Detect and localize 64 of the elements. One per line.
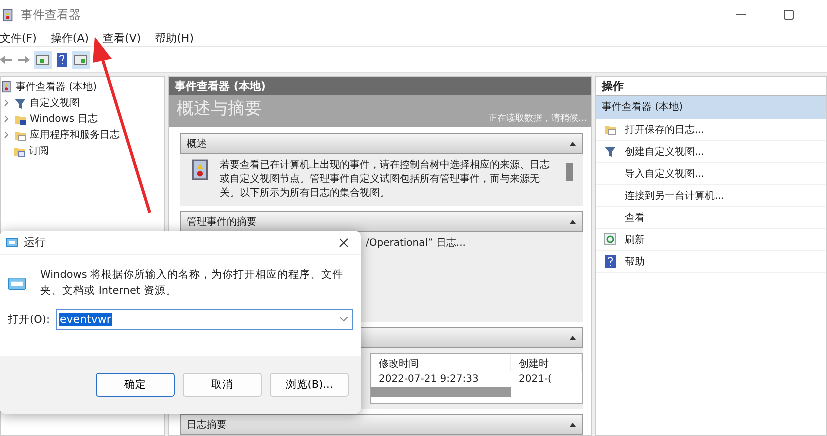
section-header[interactable]: 日志摘要 [180,414,583,435]
pane-header: 事件查看器 (本地) [169,77,591,96]
event-log-icon [1,81,13,93]
section-text: /Operational” 日志... [366,237,466,251]
maximize-icon[interactable] [783,9,795,21]
section-header[interactable]: 概述 [180,133,583,154]
collapse-icon[interactable] [570,220,576,224]
dropdown-icon[interactable] [340,317,348,322]
tree-item[interactable]: Windows 日志 [30,112,98,126]
action-item[interactable]: 刷新 [596,229,826,251]
expand-icon[interactable] [3,131,11,139]
action-item[interactable]: 连接到另一台计算机... [596,185,826,207]
folder-icon [604,123,617,136]
dialog-title: 运行 [24,235,47,250]
collapse-icon[interactable] [570,422,576,426]
expand-icon[interactable] [3,115,11,123]
action-item[interactable]: 导入自定义视图... [596,163,826,185]
expand-icon[interactable] [3,99,11,107]
column-header[interactable]: 修改时间 [371,354,511,371]
help-icon [604,255,617,268]
pane-title: 概述与摘要 [177,98,262,122]
table-cell-text: 2022-07-21 9:27:33 [378,373,480,385]
dialog-button[interactable]: 取消 [183,373,262,397]
action-item[interactable]: 帮助 [596,251,826,273]
section-text: 若要查看已在计算机上出现的事件，请在控制台树中选择相应的来源、日志或自定义视图节点。管理事件自定义试图包括所有管理事件，而与来源无关。以下所示为所有日志的集合视图。 [220,159,551,201]
close-icon[interactable] [339,238,349,248]
menu-item[interactable]: 文件(F) [0,30,37,46]
run-icon [6,238,18,247]
event-log-icon [2,8,15,22]
console-tree-icon[interactable] [34,50,52,68]
run-icon [8,275,26,293]
collapse-icon[interactable] [570,142,576,146]
action-item[interactable]: 创建自定义视图... [596,141,826,163]
window-title: 事件查看器 [21,6,82,24]
action-group[interactable]: 事件查看器 (本地) [596,96,826,119]
tree-item[interactable]: 订阅 [29,144,49,158]
filter-icon [14,96,27,110]
tree-item[interactable]: 事件查看器 (本地) [16,80,97,94]
collapse-icon[interactable] [570,336,576,340]
section-title: 管理事件的摘要 [187,216,257,228]
loading-status: 正在读取数据，请稍候... [488,112,587,125]
section-title: 概述 [187,138,207,150]
dialog-button[interactable]: 确定 [96,373,175,397]
filter-icon [604,145,617,158]
scrollbar-thumb[interactable] [371,387,511,397]
section-header[interactable]: 管理事件的摘要 [180,211,583,232]
action-item[interactable]: 查看 [596,207,826,229]
open-combobox[interactable]: eventvwr [56,309,353,330]
tree-item[interactable]: 应用程序和服务日志 [30,128,120,142]
section-title: 日志摘要 [187,418,227,432]
table-cell-text: 2021-( [518,373,553,385]
refresh-icon [604,233,617,246]
dialog-message: Windows 将根据你所输入的名称，为你打开相应的程序、文件夹、文档或 Internet 资源。 [40,268,345,299]
action-item[interactable]: 打开保存的日志... [596,119,826,141]
scrollbar-thumb[interactable] [566,163,573,181]
action-pane-icon[interactable] [72,50,90,68]
field-label: 打开(O): [8,312,50,326]
menu-item[interactable]: 操作(A) [50,30,90,46]
menu-item[interactable]: 帮助(H) [155,30,194,46]
menu-item[interactable]: 查看(V) [103,30,142,46]
dialog-button[interactable]: 浏览(B)... [270,373,349,397]
column-header[interactable]: 创建时 [511,354,582,371]
help-icon[interactable] [56,50,68,68]
tree-item[interactable]: 自定义视图 [30,96,80,110]
